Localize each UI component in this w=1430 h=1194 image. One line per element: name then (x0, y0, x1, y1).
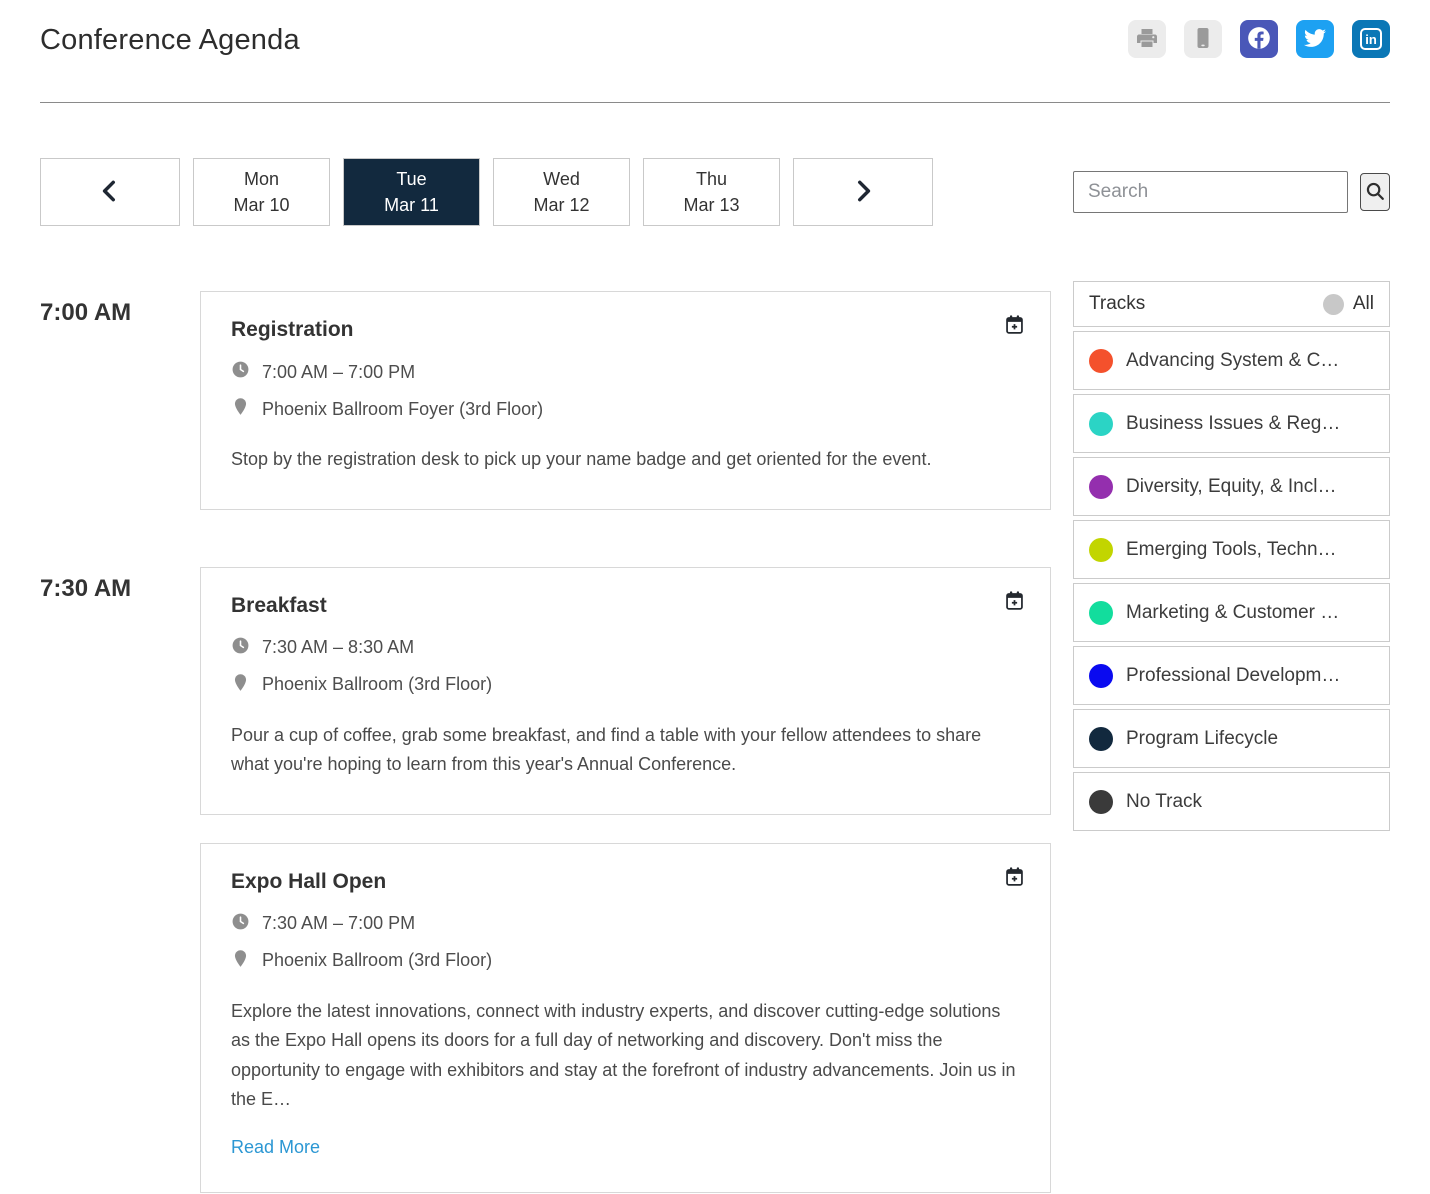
session-time: 7:30 AM – 8:30 AM (262, 637, 414, 658)
chevron-left-icon (97, 176, 123, 209)
add-to-calendar-button[interactable] (1002, 866, 1026, 890)
print-button[interactable] (1128, 20, 1166, 58)
linkedin-icon: in (1360, 28, 1382, 50)
track-filter-program-lifecycle[interactable]: Program Lifecycle (1073, 709, 1390, 768)
track-label: Professional Developm… (1126, 665, 1340, 687)
session-location: Phoenix Ballroom (3rd Floor) (262, 950, 492, 971)
track-label: Emerging Tools, Techn… (1126, 539, 1337, 561)
mobile-view-button[interactable] (1184, 20, 1222, 58)
track-color-dot (1089, 538, 1113, 562)
tracks-header: Tracks All (1073, 281, 1390, 327)
session-card-registration: Registration 7:00 AM – 7:00 PM (200, 291, 1051, 510)
conference-agenda-page: Conference Agenda (0, 0, 1430, 1193)
session-title: Expo Hall Open (231, 870, 1020, 894)
agenda-group: 7:00 AM (40, 291, 1051, 510)
tracks-title: Tracks (1089, 293, 1145, 315)
session-card-expo-hall: Expo Hall Open 7:30 AM – 7:00 PM (200, 843, 1051, 1193)
track-label: Advancing System & C… (1126, 350, 1339, 372)
search-button[interactable] (1360, 173, 1390, 211)
day-date: Mar 13 (683, 195, 739, 216)
clock-icon (231, 360, 250, 384)
header-actions: in (1128, 20, 1390, 58)
track-color-dot (1089, 475, 1113, 499)
time-slot-label: 7:00 AM (40, 299, 200, 327)
track-filter-marketing-customer[interactable]: Marketing & Customer … (1073, 583, 1390, 642)
session-description: Pour a cup of coffee, grab some breakfas… (231, 721, 1020, 780)
track-color-dot (1089, 727, 1113, 751)
linkedin-share-button[interactable]: in (1352, 20, 1390, 58)
track-color-dot (1089, 601, 1113, 625)
chevron-right-icon (850, 176, 876, 209)
session-time: 7:30 AM – 7:00 PM (262, 913, 415, 934)
next-day-button[interactable] (793, 158, 933, 226)
track-filter-advancing-system[interactable]: Advancing System & C… (1073, 331, 1390, 390)
page-title: Conference Agenda (40, 20, 300, 57)
track-label: Program Lifecycle (1126, 728, 1278, 750)
day-date: Mar 10 (233, 195, 289, 216)
clock-icon (231, 636, 250, 660)
calendar-plus-icon (1004, 875, 1025, 890)
day-name: Tue (396, 169, 426, 190)
time-slot-label: 7:30 AM (40, 575, 200, 603)
session-card-breakfast: Breakfast 7:30 AM – 8:30 AM (200, 567, 1051, 815)
tracks-all-toggle[interactable]: All (1323, 293, 1374, 315)
facebook-share-button[interactable] (1240, 20, 1278, 58)
day-date: Mar 12 (533, 195, 589, 216)
twitter-icon (1304, 27, 1326, 52)
track-color-dot (1089, 412, 1113, 436)
track-filter-emerging-tools[interactable]: Emerging Tools, Techn… (1073, 520, 1390, 579)
session-description: Explore the latest innovations, connect … (231, 997, 1020, 1115)
search-icon (1364, 180, 1386, 205)
print-icon (1135, 26, 1159, 53)
session-description: Stop by the registration desk to pick up… (231, 445, 1020, 475)
day-tab-mon[interactable]: Mon Mar 10 (193, 158, 330, 226)
session-time: 7:00 AM – 7:00 PM (262, 362, 415, 383)
track-label: Business Issues & Reg… (1126, 413, 1340, 435)
track-filter-professional-development[interactable]: Professional Developm… (1073, 646, 1390, 705)
location-pin-icon (231, 949, 250, 973)
session-location: Phoenix Ballroom (3rd Floor) (262, 674, 492, 695)
track-color-dot (1089, 664, 1113, 688)
track-color-dot (1089, 349, 1113, 373)
sidebar: Tracks All Advancing System & C… Busines… (1073, 158, 1390, 1193)
day-tab-thu[interactable]: Thu Mar 13 (643, 158, 780, 226)
agenda-group: 7:30 AM (40, 567, 1051, 1193)
all-tracks-label: All (1353, 293, 1374, 315)
agenda-column: Mon Mar 10 Tue Mar 11 Wed Mar 12 Thu Mar… (40, 158, 1051, 1193)
all-tracks-dot (1323, 294, 1344, 315)
date-navigation: Mon Mar 10 Tue Mar 11 Wed Mar 12 Thu Mar… (40, 158, 1051, 226)
track-filter-business-issues[interactable]: Business Issues & Reg… (1073, 394, 1390, 453)
previous-day-button[interactable] (40, 158, 180, 226)
clock-icon (231, 912, 250, 936)
track-color-dot (1089, 790, 1113, 814)
track-label: Diversity, Equity, & Incl… (1126, 476, 1336, 498)
day-name: Mon (244, 169, 279, 190)
track-filter-diversity-equity[interactable]: Diversity, Equity, & Incl… (1073, 457, 1390, 516)
day-name: Wed (543, 169, 580, 190)
add-to-calendar-button[interactable] (1002, 314, 1026, 338)
twitter-share-button[interactable] (1296, 20, 1334, 58)
tracks-panel: Tracks All Advancing System & C… Busines… (1073, 281, 1390, 831)
session-location: Phoenix Ballroom Foyer (3rd Floor) (262, 399, 543, 420)
track-filter-no-track[interactable]: No Track (1073, 772, 1390, 831)
day-date: Mar 11 (384, 195, 439, 216)
session-title: Breakfast (231, 594, 1020, 618)
calendar-plus-icon (1004, 599, 1025, 614)
day-tab-tue[interactable]: Tue Mar 11 (343, 158, 480, 226)
mobile-phone-icon (1191, 26, 1215, 53)
track-label: No Track (1126, 791, 1202, 813)
location-pin-icon (231, 397, 250, 421)
session-title: Registration (231, 318, 1020, 342)
page-header: Conference Agenda (40, 0, 1390, 103)
track-label: Marketing & Customer … (1126, 602, 1339, 624)
day-tab-wed[interactable]: Wed Mar 12 (493, 158, 630, 226)
search-input[interactable] (1073, 171, 1348, 213)
location-pin-icon (231, 673, 250, 697)
search-bar (1073, 158, 1390, 226)
calendar-plus-icon (1004, 323, 1025, 338)
facebook-icon (1246, 25, 1272, 54)
day-name: Thu (696, 169, 727, 190)
read-more-link[interactable]: Read More (231, 1137, 320, 1158)
add-to-calendar-button[interactable] (1002, 590, 1026, 614)
